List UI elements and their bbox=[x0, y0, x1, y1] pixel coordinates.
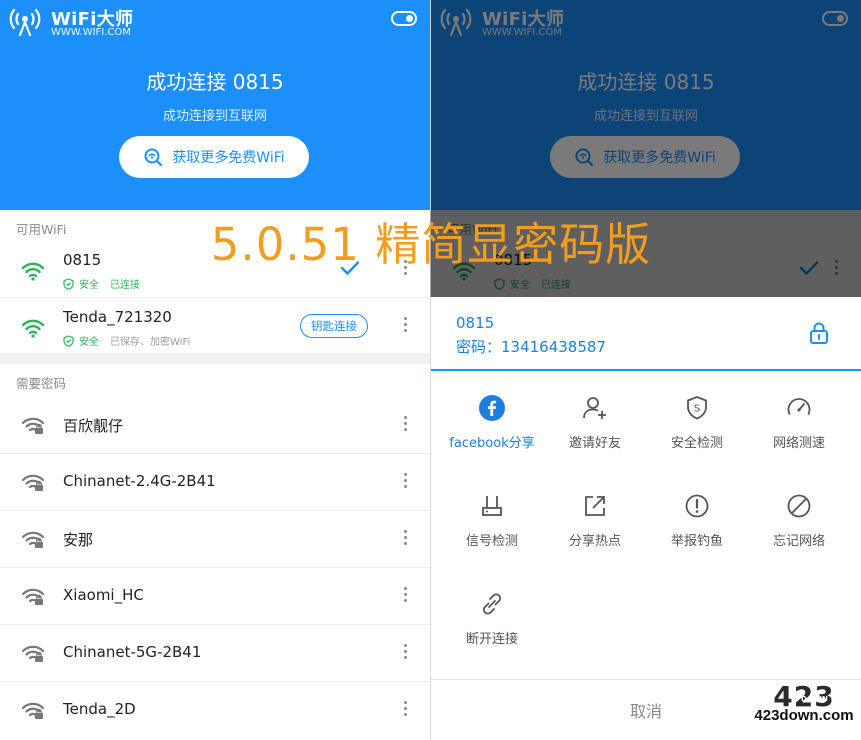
watermark-site: 423down.com bbox=[754, 707, 854, 724]
shield-check-icon bbox=[63, 334, 74, 347]
action-label: 断开连接 bbox=[465, 632, 518, 647]
sheet-divider bbox=[431, 369, 861, 371]
action-invite-friends[interactable]: 邀请好友 bbox=[544, 395, 646, 465]
wifi-row-locked[interactable]: Xiaomi_HC bbox=[0, 568, 430, 625]
screenshot-stage: WiFi大师 WWW.WIFI.COM 成功连接 0815 成功连接到互联网 获… bbox=[0, 0, 861, 740]
add-user-icon bbox=[583, 397, 606, 419]
action-label: 网络测速 bbox=[772, 436, 825, 451]
version-banner: 5.0.51 精简显密码版 bbox=[0, 208, 861, 273]
wifi-lock-icon bbox=[21, 645, 45, 662]
wifi-status: 已保存、加密WiFi bbox=[110, 337, 191, 348]
wifi-row-locked[interactable]: Tenda_2D bbox=[0, 682, 430, 739]
forbidden-icon bbox=[787, 494, 811, 518]
sheet-password: 密码：13416438587 bbox=[456, 338, 606, 356]
router-icon bbox=[482, 496, 502, 516]
section-password-required: 需要密码 bbox=[0, 364, 430, 396]
site-watermark: 423 DOWN 423down.com bbox=[752, 683, 856, 739]
action-label: 信号检测 bbox=[465, 534, 518, 549]
action-share-hotspot[interactable]: 分享热点 bbox=[544, 493, 646, 563]
action-label: 安全检测 bbox=[670, 436, 723, 451]
wifi-meta: 安全 已连接 bbox=[63, 276, 140, 291]
wifi-meta: 安全 已保存、加密WiFi bbox=[63, 333, 190, 348]
action-security-check[interactable]: S 安全检测 bbox=[646, 395, 748, 465]
wifi-lock-icon bbox=[21, 702, 45, 719]
get-more-wifi-label: 获取更多免费WiFi bbox=[172, 150, 285, 166]
wifi-name: Xiaomi_HC bbox=[63, 586, 144, 604]
alert-icon bbox=[685, 494, 709, 518]
left-phone-screen: WiFi大师 WWW.WIFI.COM 成功连接 0815 成功连接到互联网 获… bbox=[0, 0, 430, 740]
search-wifi-icon bbox=[144, 148, 163, 167]
more-options-icon[interactable] bbox=[404, 317, 408, 333]
watermark-tag: DOWN bbox=[801, 695, 829, 703]
wifi-name: Chinanet-5G-2B41 bbox=[63, 643, 202, 661]
unlink-icon bbox=[482, 593, 502, 615]
facebook-icon bbox=[479, 395, 505, 421]
more-options-icon[interactable] bbox=[404, 644, 408, 660]
wifi-row-locked[interactable]: Chinanet-2.4G-2B41 bbox=[0, 454, 430, 511]
wifi-lock-icon bbox=[21, 588, 45, 605]
wifi-name: Chinanet-2.4G-2B41 bbox=[63, 472, 216, 490]
wifi-row-saved[interactable]: Tenda_721320 安全 已保存、加密WiFi 钥匙连接 bbox=[0, 298, 430, 355]
wifi-row-locked[interactable]: Chinanet-5G-2B41 bbox=[0, 625, 430, 682]
action-label: 举报钓鱼 bbox=[670, 534, 723, 549]
wifi-signal-green-icon bbox=[21, 319, 45, 338]
section-gap bbox=[0, 353, 430, 364]
wifi-row-locked[interactable]: 安那 bbox=[0, 511, 430, 568]
wifi-security: 安全 bbox=[79, 280, 99, 291]
brand-url: WWW.WIFI.COM bbox=[51, 27, 131, 38]
wifi-security: 安全 bbox=[79, 337, 99, 348]
get-more-wifi-button[interactable]: 获取更多免费WiFi bbox=[119, 136, 309, 178]
key-connect-button[interactable]: 钥匙连接 bbox=[300, 314, 368, 338]
action-report-phishing[interactable]: 举报钓鱼 bbox=[646, 493, 748, 563]
shield-check-icon bbox=[63, 277, 74, 290]
more-options-icon[interactable] bbox=[404, 587, 408, 603]
more-options-icon[interactable] bbox=[404, 473, 408, 489]
wifi-name: 百欣靓仔 bbox=[63, 417, 124, 435]
wifi-toggle[interactable] bbox=[391, 11, 417, 26]
sheet-network-name: 0815 bbox=[456, 314, 495, 332]
wifi-lock-icon bbox=[21, 417, 45, 434]
version-banner-text: 5.0.51 精简显密码版 bbox=[210, 218, 652, 271]
action-speed-test[interactable]: 网络测速 bbox=[748, 395, 850, 465]
shield-icon: S bbox=[687, 396, 707, 420]
more-options-icon[interactable] bbox=[404, 416, 408, 432]
wifi-lock-icon bbox=[21, 474, 45, 491]
svg-text:S: S bbox=[694, 404, 700, 415]
connection-title: 成功连接 0815 bbox=[146, 70, 284, 94]
wifi-name: Tenda_721320 bbox=[63, 308, 172, 326]
wifi-lock-icon bbox=[21, 531, 45, 548]
right-phone-screen: WiFi大师 WWW.WIFI.COM 成功连接 0815 成功连接到互联网 获… bbox=[431, 0, 861, 740]
action-label: 邀请好友 bbox=[568, 436, 621, 451]
network-actions-sheet: 0815 密码：13416438587 facebook分享 邀请好友 S 安全… bbox=[431, 297, 861, 740]
more-options-icon[interactable] bbox=[404, 530, 408, 546]
more-options-icon[interactable] bbox=[404, 701, 408, 717]
action-signal-check[interactable]: 信号检测 bbox=[441, 493, 543, 563]
wifi-master-logo-icon bbox=[9, 8, 41, 36]
action-label: facebook分享 bbox=[449, 436, 535, 451]
wifi-row-locked[interactable]: 百欣靓仔 bbox=[0, 397, 430, 454]
share-external-icon bbox=[585, 496, 605, 516]
speedometer-icon bbox=[787, 398, 811, 415]
action-label: 忘记网络 bbox=[772, 534, 825, 549]
lock-icon bbox=[810, 322, 828, 344]
wifi-status: 已连接 bbox=[110, 280, 140, 291]
action-facebook-share[interactable]: facebook分享 bbox=[441, 395, 543, 465]
action-forget-network[interactable]: 忘记网络 bbox=[748, 493, 850, 563]
action-label: 分享热点 bbox=[568, 534, 621, 549]
wifi-name: Tenda_2D bbox=[63, 700, 136, 718]
app-header: WiFi大师 WWW.WIFI.COM 成功连接 0815 成功连接到互联网 获… bbox=[0, 0, 430, 210]
connection-subtitle: 成功连接到互联网 bbox=[162, 109, 267, 124]
action-disconnect[interactable]: 断开连接 bbox=[441, 591, 543, 661]
wifi-name: 安那 bbox=[63, 531, 94, 549]
